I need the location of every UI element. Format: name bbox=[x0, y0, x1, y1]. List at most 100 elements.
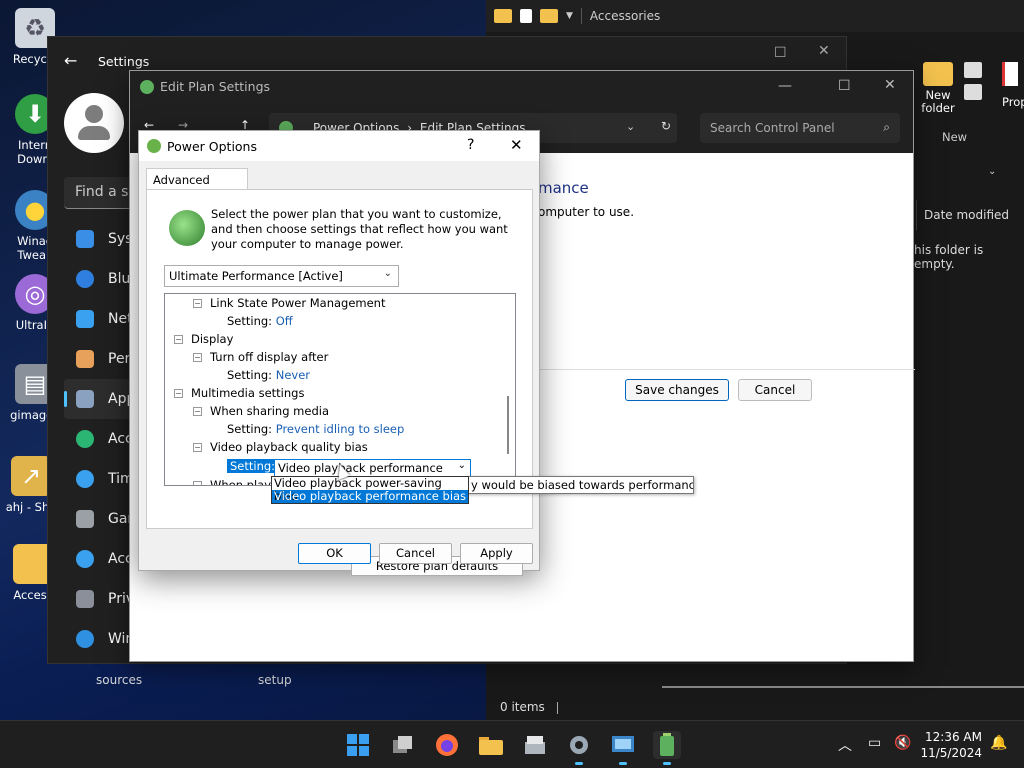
close-icon[interactable]: ✕ bbox=[510, 136, 523, 154]
chevron-up-icon[interactable]: ︿ bbox=[838, 735, 852, 755]
update-icon bbox=[76, 630, 94, 648]
tree-node-display[interactable]: − Display bbox=[174, 332, 233, 350]
collapse-icon[interactable]: − bbox=[193, 407, 202, 416]
taskbar: ︿ ▭ 🔇 12:36 AM 11/5/2024 🔔 bbox=[0, 720, 1024, 768]
maximize-icon[interactable]: ☐ bbox=[774, 45, 787, 61]
collapse-icon[interactable]: − bbox=[193, 443, 202, 452]
editplan-title: Edit Plan Settings bbox=[160, 79, 271, 94]
desktop-label-sources[interactable]: sources bbox=[96, 673, 142, 687]
system-icon bbox=[76, 230, 94, 248]
folder-icon bbox=[540, 9, 558, 23]
expand-chevron-icon[interactable]: ⌄ bbox=[988, 166, 996, 177]
plan-heading: mance bbox=[538, 179, 589, 197]
chevron-down-icon[interactable]: ▼ bbox=[566, 11, 573, 21]
tree-setting-link-state[interactable]: Setting: Off bbox=[227, 314, 293, 332]
tree-node-sharing-media[interactable]: − When sharing media bbox=[193, 404, 329, 422]
search-control-panel-input[interactable]: Search Control Panel ⌕ bbox=[700, 113, 900, 143]
collapse-icon[interactable]: − bbox=[174, 335, 183, 344]
chevron-down-icon[interactable]: ⌄ bbox=[458, 460, 466, 471]
account-icon bbox=[76, 430, 94, 448]
item-count: 0 items bbox=[500, 700, 545, 714]
close-icon[interactable]: ✕ bbox=[818, 43, 830, 59]
chevron-down-icon[interactable]: ⌄ bbox=[626, 120, 635, 133]
minimize-icon[interactable]: — bbox=[778, 78, 792, 94]
new-item-icon[interactable] bbox=[964, 62, 982, 78]
editplan-titlebar: Edit Plan Settings — ☐ ✕ bbox=[130, 71, 913, 103]
power-options-icon bbox=[147, 139, 161, 153]
divider bbox=[556, 701, 558, 714]
scrollbar-thumb[interactable] bbox=[507, 396, 509, 454]
gaming-icon bbox=[76, 510, 94, 528]
dialog-description: Select the power plan that you want to c… bbox=[211, 207, 508, 251]
divider bbox=[580, 8, 582, 24]
video-bias-combobox[interactable]: Video playback performance bias ⌄ bbox=[274, 459, 471, 485]
cancel-button[interactable]: Cancel bbox=[738, 379, 812, 401]
collapse-icon[interactable]: − bbox=[174, 389, 183, 398]
combobox-options-list[interactable]: Video playback power-saving bias Video p… bbox=[271, 476, 469, 504]
easy-access-icon[interactable] bbox=[964, 84, 982, 100]
time-icon bbox=[76, 470, 94, 488]
collapse-icon[interactable]: − bbox=[193, 353, 202, 362]
apps-icon bbox=[76, 390, 94, 408]
desktop-label-setup[interactable]: setup bbox=[258, 673, 292, 687]
horizontal-scrollbar[interactable] bbox=[662, 686, 1024, 688]
firefox-icon[interactable] bbox=[433, 731, 461, 759]
explorer-statusbar: 0 items bbox=[486, 694, 1024, 720]
maximize-icon[interactable]: ☐ bbox=[838, 78, 851, 94]
column-divider[interactable] bbox=[916, 200, 917, 230]
tree-node-partial[interactable]: − When playi bbox=[193, 478, 274, 485]
checklist-icon bbox=[520, 9, 532, 23]
collapse-icon[interactable]: − bbox=[193, 481, 202, 485]
network-icon[interactable]: ▭ bbox=[868, 735, 881, 751]
new-folder-button[interactable]: New folder bbox=[920, 62, 956, 115]
column-date-modified[interactable]: Date modified bbox=[924, 208, 1009, 222]
tree-setting-video-bias[interactable]: Setting: bbox=[227, 459, 279, 477]
volume-muted-icon[interactable]: 🔇 bbox=[894, 735, 911, 751]
clock[interactable]: 12:36 AM 11/5/2024 bbox=[918, 729, 982, 761]
settings-tree[interactable]: − Link State Power Management Setting: Of… bbox=[164, 293, 516, 486]
tab-advanced-settings[interactable]: Advanced settings bbox=[146, 168, 248, 201]
control-panel-icon[interactable] bbox=[609, 731, 637, 765]
shortcut-folder-icon: ↗ bbox=[11, 456, 51, 496]
close-icon[interactable]: ✕ bbox=[884, 77, 896, 93]
help-button[interactable]: ? bbox=[467, 137, 474, 153]
settings-icon[interactable] bbox=[565, 731, 593, 765]
tree-node-turn-off-display[interactable]: − Turn off display after bbox=[193, 350, 328, 368]
start-icon[interactable] bbox=[344, 731, 372, 759]
divider bbox=[530, 369, 915, 370]
back-arrow-icon[interactable]: ← bbox=[64, 51, 77, 70]
avatar[interactable] bbox=[64, 93, 124, 153]
refresh-icon[interactable]: ↻ bbox=[661, 119, 671, 133]
folder-icon bbox=[494, 9, 512, 23]
tree-scrollbar[interactable] bbox=[501, 294, 515, 485]
folder-icon bbox=[923, 62, 953, 86]
tree-node-multimedia[interactable]: − Multimedia settings bbox=[174, 386, 304, 404]
file-explorer-icon[interactable] bbox=[477, 731, 505, 759]
task-view-icon[interactable] bbox=[389, 731, 417, 759]
properties-icon bbox=[1002, 62, 1018, 86]
option-performance[interactable]: Video playback performance bias bbox=[272, 490, 468, 503]
tree-setting-display[interactable]: Setting: Never bbox=[227, 368, 310, 386]
power-options-icon[interactable] bbox=[653, 731, 681, 765]
tree-setting-sharing-media[interactable]: Setting: Prevent idling to sleep bbox=[227, 422, 404, 440]
power-plan-dropdown[interactable]: Ultimate Performance [Active] ⌄ bbox=[164, 265, 399, 287]
properties-button[interactable]: Prop bbox=[1002, 62, 1024, 109]
brush-icon bbox=[76, 350, 94, 368]
shield-icon bbox=[76, 590, 94, 608]
collapse-icon[interactable]: − bbox=[193, 299, 202, 308]
disk-tool-icon[interactable] bbox=[521, 731, 549, 759]
settings-title: Settings bbox=[98, 54, 150, 69]
save-changes-button[interactable]: Save changes bbox=[625, 379, 729, 401]
search-icon[interactable]: ⌕ bbox=[883, 120, 890, 135]
ok-button[interactable]: OK bbox=[298, 543, 371, 564]
power-options-icon bbox=[140, 80, 154, 94]
bluetooth-icon bbox=[76, 270, 94, 288]
apply-button[interactable]: Apply bbox=[460, 543, 533, 564]
tree-node-video-bias[interactable]: − Video playback quality bias bbox=[193, 440, 368, 458]
notification-bell-icon[interactable]: 🔔 bbox=[990, 735, 1007, 751]
ribbon-group-label: New bbox=[942, 130, 968, 144]
cancel-button[interactable]: Cancel bbox=[379, 543, 452, 564]
explorer-title: Accessories bbox=[589, 9, 661, 23]
tree-node-link-state[interactable]: − Link State Power Management bbox=[193, 296, 385, 314]
dialog-titlebar: Power Options ? ✕ bbox=[139, 131, 539, 161]
